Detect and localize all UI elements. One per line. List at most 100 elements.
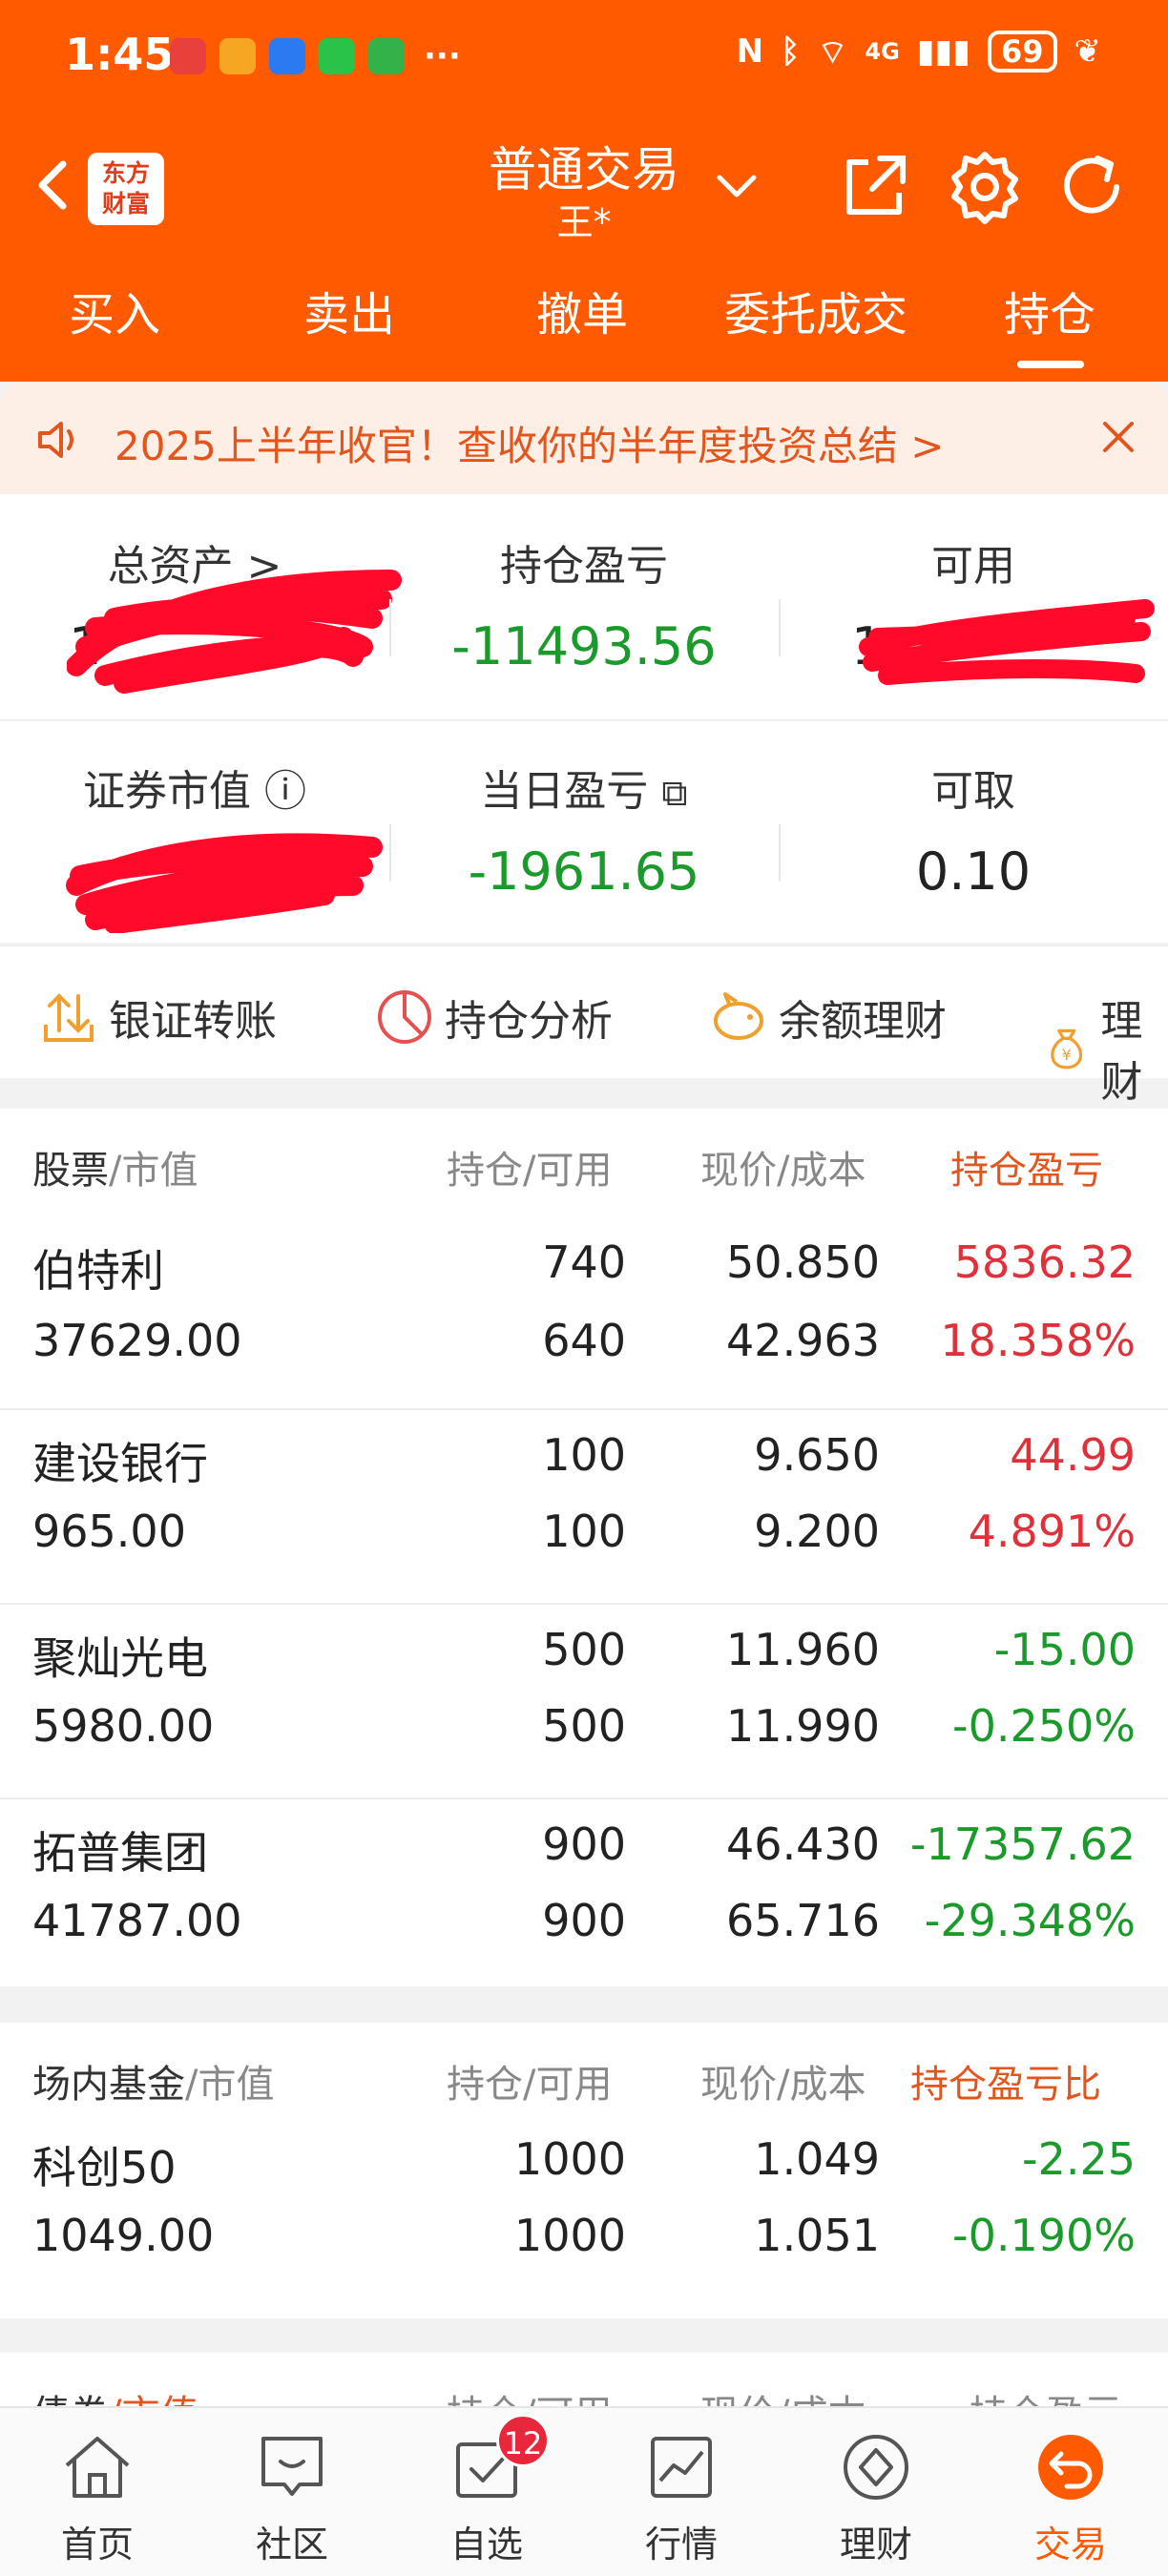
stock-price: 9.650 (754, 1429, 880, 1481)
status-app-icons: ··· (170, 38, 461, 74)
share-icon[interactable] (836, 149, 912, 225)
withdrawable-value: 0.10 (915, 841, 1032, 902)
stock-market-value: 41787.00 (32, 1895, 242, 1946)
fund-table-header: 场内基金/市值 持仓/可用 现价/成本 持仓盈亏比 (0, 2023, 1168, 2128)
tab-wealth[interactable]: 理财 (779, 2408, 973, 2576)
daily-pl-label: 当日盈亏 ⧉ (480, 767, 688, 816)
stock-cost: 65.716 (726, 1895, 880, 1946)
bond-header-price[interactable]: 现价/成本 (700, 2383, 866, 2406)
position-pl-label: 持仓盈亏 (500, 542, 668, 591)
bottom-tab-bar: 首页 社区 12 自选 行情 理财 交易 (0, 2406, 1168, 2576)
tab-cancel-order[interactable]: 撤单 (468, 277, 697, 343)
daily-pl[interactable]: 当日盈亏 ⧉ -1961.65 (389, 763, 779, 910)
table-row[interactable]: 聚灿光电 5980.00 500 500 11.960 11.990 -15.0… (0, 1605, 1168, 1799)
stock-header-mv[interactable]: /市值 (109, 1149, 198, 1193)
stock-header-hold[interactable]: 持仓/可用 (447, 1139, 612, 1195)
active-tab-indicator (1017, 361, 1084, 368)
notification-app-icon (219, 38, 256, 74)
stock-header-stocks[interactable]: 股票 (32, 1149, 109, 1193)
stock-cost: 42.963 (726, 1315, 880, 1366)
section-divider (0, 719, 1168, 721)
settings-gear-icon[interactable] (947, 149, 1023, 225)
tab-label: 首页 (60, 2524, 134, 2566)
table-row[interactable]: 科创50 1049.00 1000 1000 1.049 1.051 -2.25… (0, 2114, 1168, 2309)
table-row[interactable]: 拓普集团 41787.00 900 900 46.430 65.716 -173… (0, 1799, 1168, 1994)
battery-indicator: 69 (987, 31, 1057, 73)
stock-pl-pct: -0.250% (952, 1700, 1136, 1752)
promo-banner[interactable]: 2025上半年收官！查收你的半年度投资总结 > (0, 382, 1168, 494)
bank-transfer-button[interactable]: 银证转账 (38, 987, 277, 1048)
fund-market-value: 1049.00 (32, 2210, 215, 2261)
money-bag-icon: ¥ (1051, 1028, 1083, 1070)
stock-header-pl[interactable]: 持仓盈亏 (950, 1139, 1141, 1195)
tab-market[interactable]: 行情 (584, 2408, 779, 2576)
watchlist-badge: 12 (496, 2414, 550, 2467)
bond-header-pl[interactable]: 持仓盈亏 (970, 2383, 1141, 2406)
fund-pl-pct: -0.190% (952, 2210, 1136, 2261)
wifi-icon: ⌔ (817, 32, 848, 72)
fund-header-price[interactable]: 现价/成本 (700, 2053, 866, 2109)
stock-hold: 740 (542, 1236, 626, 1288)
section-divider (0, 945, 1168, 946)
stock-name: 聚灿光电 (32, 1632, 208, 1684)
svg-text:¥: ¥ (1062, 1046, 1072, 1064)
tab-buy[interactable]: 买入 (0, 277, 229, 343)
stock-price: 50.850 (726, 1236, 880, 1288)
notification-app-icon (170, 38, 206, 74)
tab-community[interactable]: 社区 (195, 2408, 389, 2576)
tab-positions[interactable]: 持仓 (935, 277, 1164, 343)
daily-pl-value: -1961.65 (468, 841, 700, 902)
fund-header-pl-ratio[interactable]: 持仓盈亏比 (910, 2053, 1139, 2109)
stock-pl-pct: -29.348% (924, 1895, 1136, 1946)
position-analysis-button[interactable]: 持仓分析 (374, 987, 613, 1048)
fund-price: 1.049 (754, 2133, 880, 2185)
leaf-icon: ❦ (1074, 32, 1102, 71)
asset-summary: 总资产 > 1 持仓盈亏 -11493.56 可用 1 证券市值 ⓘ 当日盈亏 … (0, 494, 1168, 943)
tab-watchlist[interactable]: 12 自选 (389, 2408, 584, 2576)
bond-header-bonds[interactable]: 债券 (32, 2393, 109, 2406)
fund-header-hold[interactable]: 持仓/可用 (447, 2053, 612, 2109)
fund-header-mv[interactable]: /市值 (185, 2063, 274, 2107)
fund-name: 科创50 (32, 2142, 177, 2193)
trade-tabs: 买入 卖出 撤单 委托成交 持仓 (0, 277, 1168, 368)
tab-label: 自选 (449, 2524, 523, 2566)
redaction-scribble (66, 833, 383, 933)
quick-actions: 银证转账 持仓分析 余额理财 ¥ 理财 (0, 945, 1168, 1107)
pie-chart-icon (378, 990, 431, 1044)
bond-header-hold[interactable]: 持仓/可用 (447, 2383, 612, 2406)
tab-sell[interactable]: 卖出 (235, 277, 464, 343)
fund-header-funds[interactable]: 场内基金 (32, 2063, 185, 2107)
banner-text[interactable]: 2025上半年收官！查收你的半年度投资总结 > (115, 414, 944, 472)
balance-wealth-button[interactable]: 余额理财 (708, 987, 947, 1048)
refresh-icon[interactable] (1053, 149, 1130, 225)
tab-orders-fills[interactable]: 委托成交 (701, 277, 930, 343)
stock-market-value: 37629.00 (32, 1315, 242, 1366)
chevron-down-icon[interactable] (714, 168, 760, 206)
notification-iqiyi-icon (368, 38, 405, 74)
table-row[interactable]: 建设银行 965.00 100 100 9.650 9.200 44.99 4.… (0, 1410, 1168, 1605)
redaction-scribble (67, 570, 402, 694)
stock-avail: 500 (542, 1700, 626, 1752)
tab-trade[interactable]: 交易 (973, 2408, 1168, 2576)
speaker-icon (38, 422, 73, 458)
quick-label: 持仓分析 (445, 997, 613, 1046)
fund-holdings: 场内基金/市值 持仓/可用 现价/成本 持仓盈亏比 科创50 1049.00 1… (0, 2023, 1168, 2318)
close-icon[interactable] (1097, 416, 1139, 458)
stock-pl-pct: 18.358% (940, 1315, 1136, 1366)
stock-header-price[interactable]: 现价/成本 (700, 1139, 866, 1195)
stock-avail: 100 (542, 1506, 626, 1557)
tab-home[interactable]: 首页 (0, 2408, 195, 2576)
fund-hold: 1000 (513, 2133, 626, 2185)
stock-price: 11.960 (726, 1624, 880, 1675)
tab-label: 理财 (839, 2524, 912, 2566)
bond-holdings: 债券/市值 持仓/可用 现价/成本 持仓盈亏 (0, 2353, 1168, 2406)
quick-label: 理财 (1100, 997, 1143, 1107)
trade-exchange-icon (1038, 2435, 1103, 2500)
notification-shield-icon (269, 38, 305, 74)
table-row[interactable]: 伯特利 37629.00 740 640 50.850 42.963 5836.… (0, 1214, 1168, 1408)
stock-cost: 9.200 (754, 1506, 880, 1557)
bond-header-mv[interactable]: /市值 (109, 2393, 198, 2406)
wealth-button[interactable]: ¥ 理财 (1042, 987, 1168, 1109)
withdrawable-label: 可取 (931, 767, 1015, 816)
external-link-icon: ⧉ (661, 772, 688, 814)
